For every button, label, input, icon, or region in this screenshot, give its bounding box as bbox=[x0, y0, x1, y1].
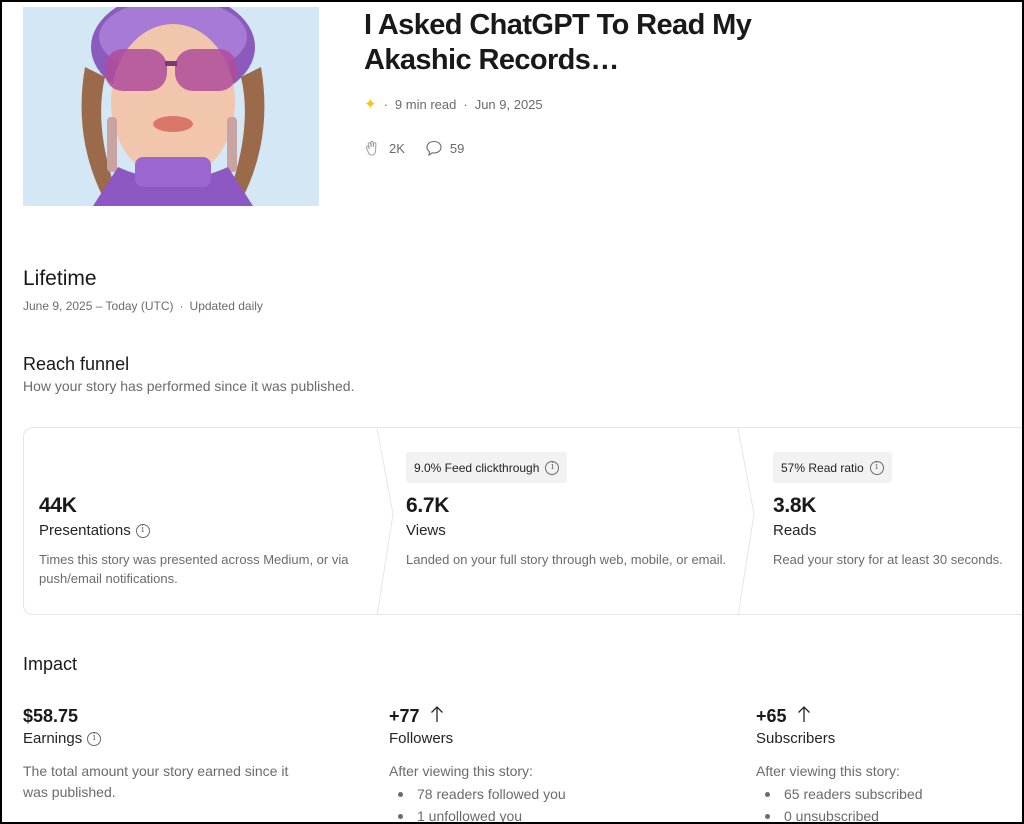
info-icon[interactable]: i bbox=[869, 460, 884, 475]
funnel-stage-views: 9.0% Feed clickthrough i 6.7K Views Land… bbox=[406, 428, 736, 614]
feed-clickthrough-badge: 9.0% Feed clickthrough i bbox=[406, 452, 568, 483]
reads-label: Reads bbox=[773, 522, 817, 539]
publish-date: Jun 9, 2025 bbox=[474, 97, 543, 112]
comment-icon bbox=[425, 139, 443, 157]
subscribers-intro: After viewing this story: bbox=[756, 763, 900, 779]
subscribers-breakdown: 65 readers subscribed 0 unsubscribed bbox=[756, 783, 1016, 824]
followers-value-row: +77 bbox=[389, 704, 689, 728]
followers-value: +77 bbox=[389, 705, 420, 726]
meta-separator: · bbox=[383, 97, 388, 112]
read-time: 9 min read bbox=[394, 97, 457, 112]
impact-earnings: $58.75 Earnings i The total amount your … bbox=[23, 704, 323, 803]
earnings-value: $58.75 bbox=[23, 705, 79, 726]
responses-stat[interactable]: 59 bbox=[425, 139, 464, 157]
arrow-up-icon bbox=[430, 705, 444, 728]
arrow-up-icon bbox=[797, 705, 811, 728]
followers-label: Followers bbox=[389, 730, 454, 747]
story-cover-image[interactable] bbox=[23, 7, 319, 206]
list-item: 65 readers subscribed bbox=[756, 783, 1016, 805]
lifetime-heading: Lifetime bbox=[23, 267, 97, 290]
views-value: 6.7K bbox=[406, 494, 450, 517]
list-item: 1 unfollowed you bbox=[389, 805, 689, 824]
story-meta: ✦ · 9 min read · Jun 9, 2025 bbox=[364, 97, 543, 112]
impact-heading: Impact bbox=[23, 654, 78, 674]
reach-funnel-subtitle: How your story has performed since it wa… bbox=[23, 378, 355, 394]
member-star-icon: ✦ bbox=[364, 96, 377, 113]
followers-breakdown: 78 readers followed you 1 unfollowed you bbox=[389, 783, 689, 824]
presentations-label: Presentations bbox=[39, 522, 131, 539]
update-note: Updated daily bbox=[189, 299, 263, 313]
followers-intro: After viewing this story: bbox=[389, 763, 533, 779]
earnings-label-row: Earnings i bbox=[23, 730, 323, 747]
story-stats: 2K 59 bbox=[364, 139, 484, 157]
responses-count: 59 bbox=[449, 140, 465, 156]
subscribers-value-row: +65 bbox=[756, 704, 1016, 728]
feed-clickthrough-text: 9.0% Feed clickthrough bbox=[414, 460, 540, 475]
info-icon[interactable]: i bbox=[135, 523, 150, 538]
subscribers-value: +65 bbox=[756, 705, 787, 726]
info-icon[interactable]: i bbox=[87, 731, 102, 746]
funnel-stage-reads: 57% Read ratio i 3.8K Reads Read your st… bbox=[773, 428, 1024, 614]
impact-subscribers: +65 Subscribers After viewing this story… bbox=[756, 704, 1016, 824]
earnings-description: The total amount your story earned since… bbox=[23, 763, 289, 800]
date-range: June 9, 2025 – Today (UTC) bbox=[23, 299, 174, 313]
list-item: 0 unsubscribed bbox=[756, 805, 1016, 824]
lifetime-range: June 9, 2025 – Today (UTC) · Updated dai… bbox=[23, 299, 263, 313]
reads-value: 3.8K bbox=[773, 494, 817, 517]
reads-description: Read your story for at least 30 seconds. bbox=[773, 552, 1003, 567]
presentations-label-row: Presentations i bbox=[39, 522, 150, 539]
views-label: Views bbox=[406, 522, 446, 539]
read-ratio-text: 57% Read ratio bbox=[781, 460, 864, 475]
presentations-value: 44K bbox=[39, 494, 77, 517]
reach-funnel-card: 44K Presentations i Times this story was… bbox=[23, 427, 1024, 615]
reach-funnel-heading: Reach funnel bbox=[23, 354, 130, 374]
funnel-stage-presentations: 44K Presentations i Times this story was… bbox=[39, 428, 369, 614]
read-ratio-badge: 57% Read ratio i bbox=[773, 452, 892, 483]
presentations-description: Times this story was presented across Me… bbox=[39, 552, 349, 586]
list-item: 78 readers followed you bbox=[389, 783, 689, 805]
meta-separator: · bbox=[179, 299, 184, 313]
clap-icon bbox=[364, 139, 382, 157]
views-description: Landed on your full story through web, m… bbox=[406, 552, 727, 567]
story-title[interactable]: I Asked ChatGPT To Read My Akashic Recor… bbox=[364, 8, 804, 78]
claps-count: 2K bbox=[389, 140, 405, 156]
claps-stat[interactable]: 2K bbox=[364, 139, 405, 157]
info-icon[interactable]: i bbox=[545, 460, 560, 475]
earnings-label: Earnings bbox=[23, 730, 83, 747]
meta-separator: · bbox=[463, 97, 468, 112]
subscribers-label: Subscribers bbox=[756, 730, 836, 747]
impact-followers: +77 Followers After viewing this story: … bbox=[389, 704, 689, 824]
